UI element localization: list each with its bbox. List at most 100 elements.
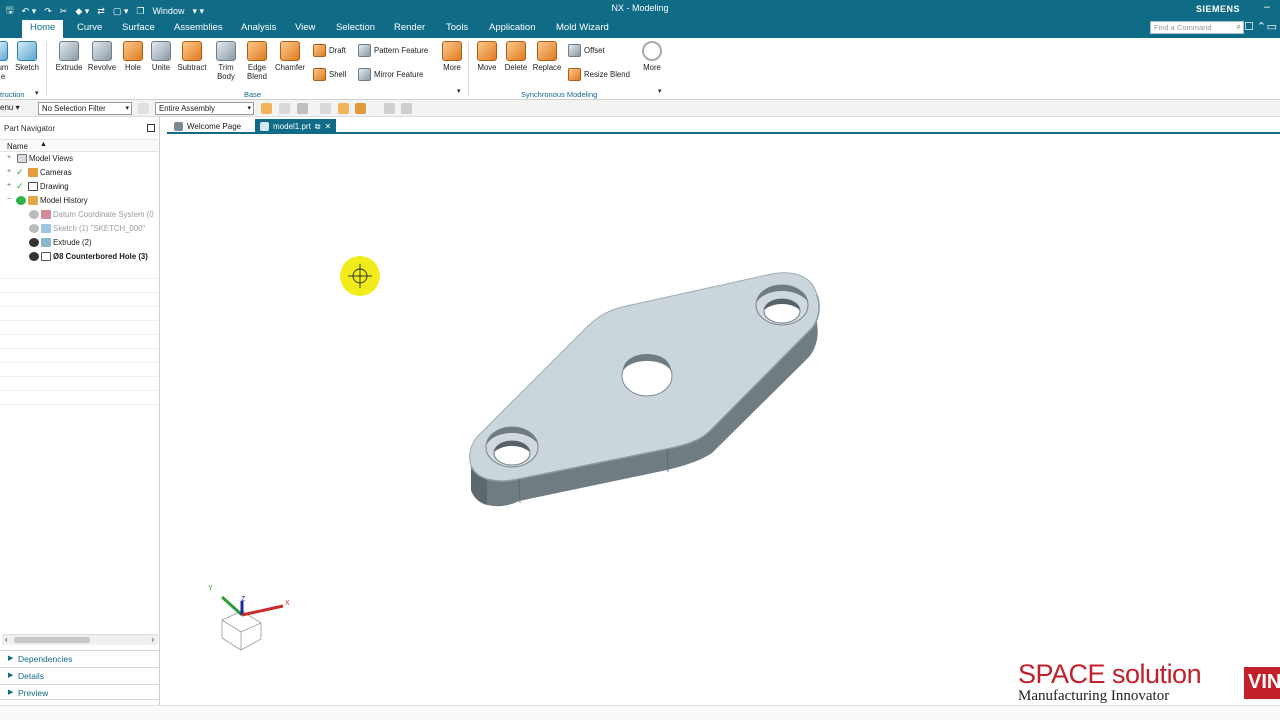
tab-surface[interactable]: Surface	[122, 22, 155, 33]
eye-icon[interactable]	[29, 238, 39, 247]
edge-blend-button[interactable]: Edge Blend	[242, 41, 272, 81]
type-filter-dropdown[interactable]: No Selection Filter ▾	[38, 102, 132, 115]
subtract-button[interactable]: Subtract	[176, 41, 208, 72]
select-curves-icon[interactable]	[279, 103, 290, 114]
checkmark-icon[interactable]: ✓	[16, 181, 24, 192]
tree-row-cameras[interactable]: + ✓ Cameras	[0, 166, 158, 180]
shell-icon	[313, 68, 326, 81]
unite-button[interactable]: Unite	[148, 41, 174, 72]
revolve-icon	[92, 41, 112, 61]
tree-row-model-history[interactable]: − Model History	[0, 194, 158, 208]
datum-button-partial[interactable]: um e	[0, 41, 10, 81]
tree-row-drawing[interactable]: + ✓ Drawing	[0, 180, 158, 194]
tab-selection[interactable]: Selection	[336, 22, 375, 33]
float-tab-icon[interactable]: ⧉	[315, 122, 321, 132]
more-sync-button[interactable]: More	[640, 41, 664, 72]
diamond-plate-part[interactable]	[469, 272, 820, 507]
expand-icon[interactable]: +	[7, 182, 11, 189]
mirror-feature-button[interactable]: Mirror Feature	[358, 68, 423, 81]
revolve-button[interactable]: Revolve	[86, 41, 118, 72]
selection-scope-dropdown[interactable]: Entire Assembly ▾	[155, 102, 254, 115]
scroll-right-icon[interactable]: ›	[151, 635, 154, 644]
draft-icon	[313, 44, 326, 57]
replace-face-button[interactable]: Replace	[532, 41, 562, 72]
tab-render[interactable]: Render	[394, 22, 425, 33]
tab-view[interactable]: View	[295, 22, 315, 33]
draft-button[interactable]: Draft	[313, 44, 346, 57]
help-icon[interactable]: ☐	[1244, 20, 1254, 33]
move-face-button[interactable]: Move	[474, 41, 500, 72]
filter-icon[interactable]	[138, 103, 149, 114]
checkmark-icon[interactable]: ✓	[16, 167, 24, 178]
triad-x-label: X	[285, 600, 290, 607]
tab-welcome-page[interactable]: Welcome Page	[169, 119, 246, 134]
hidden-eye-icon[interactable]	[29, 224, 39, 233]
tree-row-sketch[interactable]: Sketch (1) "SKETCH_000"	[0, 222, 158, 236]
close-icon[interactable]: ✕	[325, 122, 332, 131]
tab-analysis[interactable]: Analysis	[241, 22, 276, 33]
sort-ascending-icon[interactable]: ▲	[40, 141, 47, 148]
group-sync-menu-icon[interactable]: ▾	[658, 87, 662, 95]
shell-button[interactable]: Shell	[313, 68, 346, 81]
tree-row-extrude[interactable]: Extrude (2)	[0, 236, 158, 250]
scrollbar-thumb[interactable]	[14, 637, 90, 643]
tab-home[interactable]: Home	[22, 20, 64, 38]
extrude-button[interactable]: Extrude	[54, 41, 84, 72]
sketch-button[interactable]: Sketch	[12, 41, 42, 72]
select-body-icon[interactable]	[338, 103, 349, 114]
point-on-curve-icon[interactable]	[320, 103, 331, 114]
find-command-input[interactable]: Find a Command ⌕	[1150, 21, 1244, 34]
ribbon-separator	[46, 42, 47, 96]
hole-icon	[41, 252, 51, 261]
column-header[interactable]: Name ▲	[0, 139, 158, 152]
pattern-feature-button[interactable]: Pattern Feature	[358, 44, 428, 57]
tree-row-datum-csys[interactable]: Datum Coordinate System (0	[0, 208, 158, 222]
restore-icon[interactable]: ▭	[1267, 20, 1277, 33]
hole-button[interactable]: Hole	[122, 41, 144, 72]
more-base-button[interactable]: More	[440, 41, 464, 72]
select-face-icon[interactable]	[355, 103, 366, 114]
model-view[interactable]: Y Z X	[167, 135, 1280, 705]
expand-icon[interactable]: +	[7, 154, 11, 161]
preview-panel[interactable]: ▶ Preview	[0, 684, 160, 700]
group-base-menu-icon[interactable]: ▾	[457, 87, 461, 95]
view-triad[interactable]: Y Z X	[208, 585, 290, 651]
collapse-ribbon-icon[interactable]: ⌃	[1257, 20, 1266, 33]
snap-point-icon[interactable]	[297, 103, 308, 114]
chamfer-button[interactable]: Chamfer	[274, 41, 306, 72]
minimize-button[interactable]: –	[1264, 1, 1270, 13]
chamfer-icon	[280, 41, 300, 61]
tree-row-model-views[interactable]: + Model Views	[0, 152, 158, 166]
hole-icon	[123, 41, 143, 61]
eye-icon[interactable]	[29, 252, 39, 261]
tab-model1[interactable]: model1.prt ⧉ ✕	[255, 119, 337, 134]
wireframe-icon[interactable]	[401, 103, 412, 114]
maximize-icon[interactable]	[147, 124, 155, 132]
collapse-icon[interactable]: −	[7, 196, 11, 203]
trim-body-button[interactable]: Trim Body	[212, 41, 240, 81]
hidden-eye-icon[interactable]	[29, 210, 39, 219]
delete-face-button[interactable]: Delete	[502, 41, 530, 72]
tree-row-counterbored-hole[interactable]: Ø8 Counterbored Hole (3)	[0, 250, 158, 264]
tab-curve[interactable]: Curve	[77, 22, 102, 33]
offset-region-button[interactable]: Offset	[568, 44, 605, 57]
tab-tools[interactable]: Tools	[446, 22, 468, 33]
details-panel[interactable]: ▶ Details	[0, 667, 160, 683]
search-icon[interactable]: ⌕	[1237, 22, 1241, 32]
triad-x-axis[interactable]	[241, 604, 284, 617]
graphics-window[interactable]: Y Z X	[167, 135, 1280, 705]
select-features-icon[interactable]	[261, 103, 272, 114]
menu-button[interactable]: enu ▾	[0, 103, 20, 112]
cursor-highlight	[340, 256, 380, 296]
resize-blend-button[interactable]: Resize Blend	[568, 68, 630, 81]
tab-mold-wizard[interactable]: Mold Wizard	[556, 22, 609, 33]
scroll-left-icon[interactable]: ‹	[5, 635, 8, 644]
dependencies-panel[interactable]: ▶ Dependencies	[0, 650, 160, 666]
horizontal-scrollbar[interactable]: ‹ ›	[2, 634, 158, 645]
group-construction-menu-icon[interactable]: ▾	[35, 89, 39, 97]
tab-assemblies[interactable]: Assemblies	[174, 22, 223, 33]
view-cube-icon[interactable]	[384, 103, 395, 114]
expand-icon[interactable]: +	[7, 168, 11, 175]
triad-y-axis[interactable]	[220, 595, 244, 617]
tab-application[interactable]: Application	[489, 22, 535, 33]
